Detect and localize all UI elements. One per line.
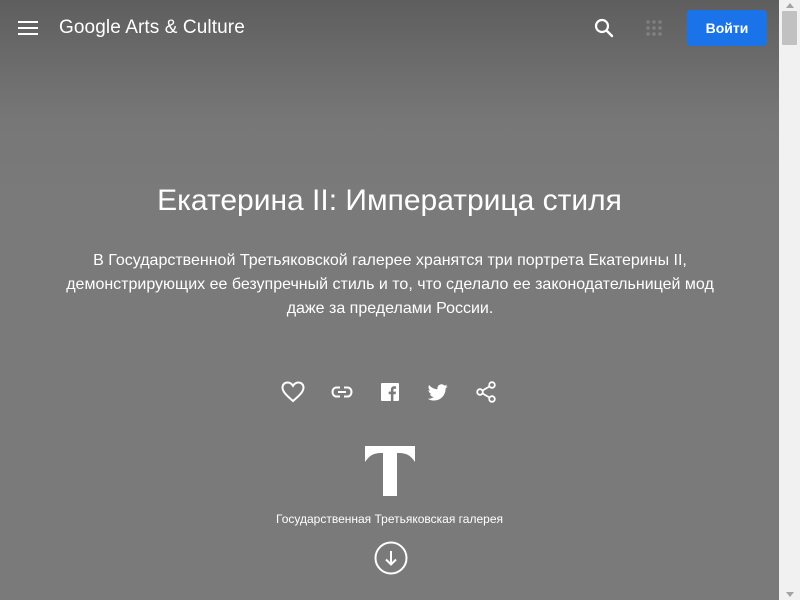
description-line: В Государственной Третьяковской галерее …	[93, 252, 687, 269]
share-icon	[476, 381, 496, 403]
tretyakov-gallery-logo[interactable]	[365, 446, 415, 496]
facebook-icon	[381, 383, 399, 401]
heart-icon	[281, 381, 305, 403]
twitter-icon	[428, 383, 448, 400]
story-title: Екатерина II: Императрица стиля	[157, 184, 622, 217]
description-line: демонстрирующих ее безупречный стиль и т…	[66, 276, 714, 293]
share-button[interactable]	[472, 378, 500, 406]
top-bar: Google Arts & Culture Войти	[0, 0, 779, 56]
twitter-share-button[interactable]	[424, 378, 452, 406]
link-icon	[331, 386, 353, 398]
scroll-up-arrow-icon[interactable]	[779, 0, 800, 11]
arrow-down-circle-icon	[374, 541, 408, 575]
page-scrollbar[interactable]	[779, 0, 800, 600]
facebook-share-button[interactable]	[376, 378, 404, 406]
scroll-down-arrow-icon[interactable]	[779, 589, 800, 600]
hamburger-menu-icon	[18, 21, 38, 35]
search-button[interactable]	[590, 14, 618, 42]
description-line: даже за пределами России.	[286, 300, 494, 317]
partner-name[interactable]: Государственная Третьяковская галерея	[0, 512, 779, 526]
apps-grid-icon	[646, 20, 662, 36]
story-page: Google Arts & Culture Войти Екатерина II…	[0, 0, 779, 600]
share-actions	[0, 378, 779, 406]
copy-link-button[interactable]	[328, 378, 356, 406]
story-description: В Государственной Третьяковской галерее …	[50, 249, 730, 321]
like-button[interactable]	[279, 378, 307, 406]
apps-button[interactable]	[640, 14, 668, 42]
login-button[interactable]: Войти	[687, 10, 767, 46]
site-logo[interactable]: Google Arts & Culture	[59, 17, 245, 39]
scroll-down-button[interactable]	[374, 541, 408, 575]
menu-button[interactable]	[14, 14, 42, 42]
scrollbar-thumb[interactable]	[782, 11, 797, 45]
search-icon	[594, 18, 614, 38]
